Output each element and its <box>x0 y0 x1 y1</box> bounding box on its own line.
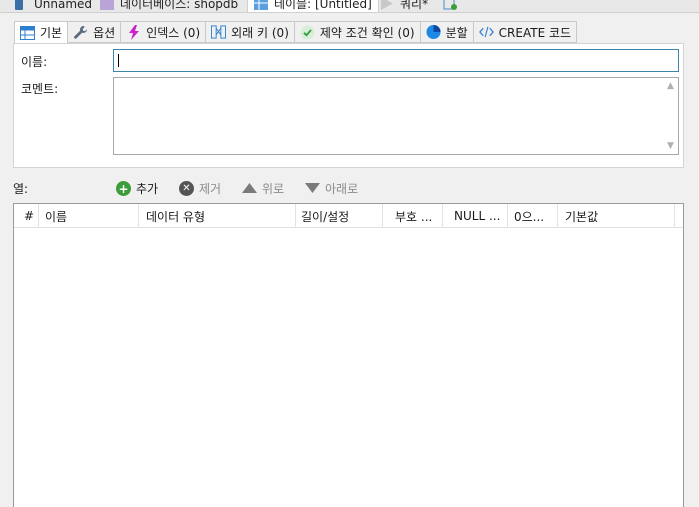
comment-label: 코멘트: <box>21 82 59 96</box>
arrow-down-icon <box>305 182 320 196</box>
lightning-icon <box>126 24 141 40</box>
tab-basic[interactable]: 기본 <box>14 21 69 44</box>
add-label: 추가 <box>136 182 159 196</box>
doc-tab-label: 쿼리* <box>400 0 429 11</box>
table-grid-icon <box>20 25 35 40</box>
column-header-length[interactable]: 길이/설정 <box>296 204 383 228</box>
add-icon: + <box>116 181 131 196</box>
tab-foreign-keys[interactable]: 외래 키 (0) <box>206 21 295 43</box>
table-editor-tabs: 기본 옵션 인덱스 (0) 외래 키 (0) 제약 조건 확인 (0) 분할 C… <box>14 21 578 44</box>
new-query-icon <box>443 0 457 10</box>
tab-label: 제약 조건 확인 (0) <box>319 25 415 40</box>
document-tab-bar: Unnamed 데이터베이스: shopdb 테이블: [Untitled] 쿼… <box>0 0 699 13</box>
foreign-key-icon <box>211 25 227 40</box>
doc-tab-database[interactable]: 데이터베이스: shopdb <box>100 0 239 12</box>
check-icon <box>300 25 315 40</box>
tab-create-code[interactable]: CREATE 코드 <box>473 21 578 43</box>
move-up-button[interactable]: 위로 <box>242 180 284 197</box>
columns-label: 열: <box>13 182 29 196</box>
tab-check-constraints[interactable]: 제약 조건 확인 (0) <box>294 21 421 43</box>
grid-header-row: # 이름 데이터 유형 길이/설정 부호 ... NULL ... 0으... … <box>14 204 683 228</box>
column-header-name[interactable]: 이름 <box>39 204 139 228</box>
tab-label: 옵션 <box>93 25 116 40</box>
doc-tab-table[interactable]: 테이블: [Untitled] <box>247 0 379 12</box>
column-header-unsigned[interactable]: 부호 ... <box>383 204 443 228</box>
connection-icon <box>14 0 28 10</box>
tab-label: 분할 <box>445 25 468 40</box>
table-icon <box>254 0 268 10</box>
arrow-up-icon <box>242 182 257 196</box>
database-icon <box>100 0 114 10</box>
column-header-zerofill[interactable]: 0으... <box>508 204 558 228</box>
doc-tab-label: 데이터베이스: shopdb <box>120 0 239 11</box>
remove-icon: ✕ <box>179 181 194 196</box>
scroll-down-icon[interactable]: ▼ <box>667 141 674 151</box>
scroll-up-icon[interactable]: ▲ <box>667 81 674 91</box>
columns-grid[interactable]: # 이름 데이터 유형 길이/설정 부호 ... NULL ... 0으... … <box>13 203 684 507</box>
basic-form-panel: 이름: 코멘트: ▲ ▼ <box>13 43 684 168</box>
tab-label: 인덱스 (0) <box>146 25 201 40</box>
partition-icon <box>426 24 441 40</box>
doc-tab-connection[interactable]: Unnamed <box>14 0 93 12</box>
doc-tab-label: Unnamed <box>34 0 93 11</box>
table-name-input[interactable] <box>113 49 679 72</box>
comment-textarea[interactable]: ▲ ▼ <box>113 77 679 155</box>
comment-scrollbar[interactable]: ▲ ▼ <box>663 78 678 154</box>
tab-indexes[interactable]: 인덱스 (0) <box>121 21 207 43</box>
run-icon <box>380 0 394 10</box>
up-label: 위로 <box>262 182 285 196</box>
remove-column-button[interactable]: ✕ 제거 <box>179 180 221 197</box>
doc-tab-query[interactable]: 쿼리* <box>380 0 429 12</box>
add-column-button[interactable]: + 추가 <box>116 180 158 197</box>
doc-tab-label: 테이블: [Untitled] <box>274 0 372 11</box>
move-down-button[interactable]: 아래로 <box>305 180 358 197</box>
tab-label: 외래 키 (0) <box>231 25 289 40</box>
columns-toolbar: 열: + 추가 ✕ 제거 위로 아래로 <box>0 176 699 200</box>
tab-options[interactable]: 옵션 <box>68 21 122 43</box>
code-icon <box>478 25 494 40</box>
text-caret <box>118 54 119 67</box>
wrench-icon <box>73 25 88 40</box>
tab-label: CREATE 코드 <box>498 25 572 40</box>
column-header-number[interactable]: # <box>14 204 39 228</box>
name-label: 이름: <box>21 55 48 69</box>
tab-partitions[interactable]: 분할 <box>420 21 474 43</box>
column-header-datatype[interactable]: 데이터 유형 <box>139 204 296 228</box>
doc-tab-new[interactable] <box>443 0 457 12</box>
column-header-null[interactable]: NULL ... <box>443 204 508 228</box>
column-header-default[interactable]: 기본값 <box>558 204 675 228</box>
tab-label: 기본 <box>40 26 63 40</box>
remove-label: 제거 <box>199 182 222 196</box>
down-label: 아래로 <box>325 182 359 196</box>
